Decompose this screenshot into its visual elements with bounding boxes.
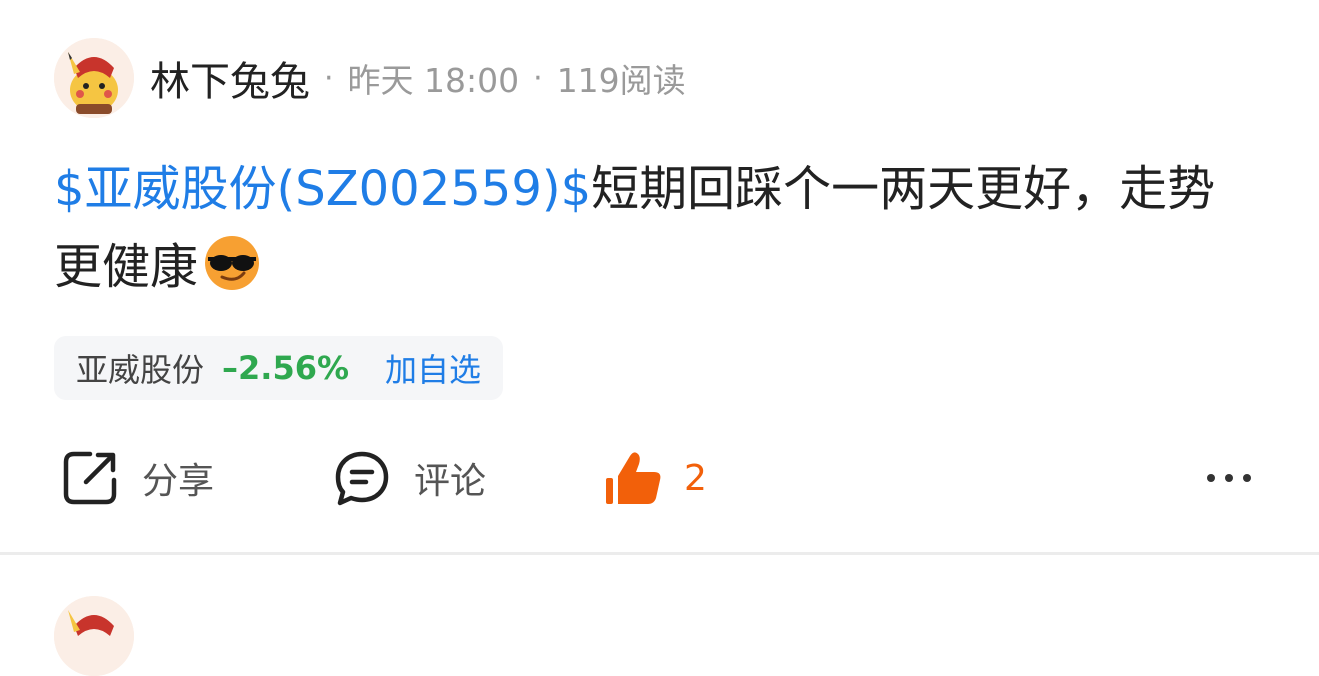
- comment-icon: [335, 451, 389, 506]
- more-dots-icon: [1207, 474, 1251, 482]
- stock-chip-change: –2.56%: [222, 349, 350, 387]
- comment-label: 评论: [414, 461, 487, 502]
- stock-link[interactable]: $亚威股份(SZ002559)$: [54, 161, 591, 217]
- post-card: 林下兔兔 · 昨天 18:00 · 119阅读 $亚威股份(SZ002559)$…: [0, 0, 1319, 552]
- meta-separator: ·: [533, 60, 543, 96]
- action-bar: 分享 评论 2: [0, 440, 1319, 516]
- next-post-avatar[interactable]: [54, 596, 134, 676]
- read-count: 119阅读: [556, 61, 686, 100]
- post-content[interactable]: $亚威股份(SZ002559)$短期回踩个一两天更好，走势更健康: [54, 150, 1234, 306]
- stock-chip-name: 亚威股份: [76, 351, 205, 389]
- pikachu-avatar-icon: [54, 38, 134, 118]
- share-icon: [63, 451, 117, 505]
- sunglasses-emoji-icon: [205, 236, 260, 290]
- add-watchlist-button[interactable]: 加自选: [385, 345, 481, 391]
- like-count: 2: [684, 457, 707, 499]
- author-avatar[interactable]: [54, 38, 134, 118]
- thumbs-up-icon: [606, 452, 661, 504]
- pikachu-avatar-icon: [54, 596, 134, 676]
- post-time: 昨天 18:00: [347, 61, 520, 100]
- more-button[interactable]: [1199, 460, 1259, 496]
- meta-separator: ·: [324, 60, 334, 96]
- share-button[interactable]: 分享: [60, 440, 214, 516]
- share-label: 分享: [142, 461, 215, 502]
- stock-chip[interactable]: 亚威股份 –2.56% 加自选: [54, 336, 504, 400]
- post-divider: [0, 552, 1319, 555]
- author-name[interactable]: 林下兔兔: [150, 49, 310, 107]
- like-button[interactable]: 2: [604, 440, 707, 516]
- post-meta: 林下兔兔 · 昨天 18:00 · 119阅读: [150, 50, 686, 106]
- comment-button[interactable]: 评论: [332, 440, 486, 516]
